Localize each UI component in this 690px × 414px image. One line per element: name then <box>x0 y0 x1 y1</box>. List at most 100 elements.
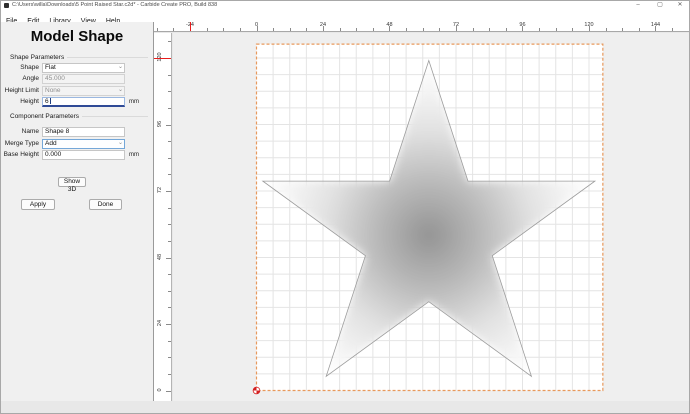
ruler-tick <box>439 28 440 31</box>
ruler-tick <box>240 28 241 31</box>
done-button[interactable]: Done <box>89 199 122 210</box>
ruler-tick <box>606 28 607 31</box>
ruler-tick <box>168 108 171 109</box>
close-button[interactable]: ✕ <box>673 1 687 10</box>
ruler-tick <box>168 241 171 242</box>
height-label: Height <box>1 97 39 107</box>
height-limit-label: Height Limit <box>1 86 39 96</box>
ruler-tick <box>406 28 407 31</box>
base-height-row: Base Height 0.000 mm <box>1 150 153 160</box>
ruler-tick <box>168 75 171 76</box>
ruler-tick <box>166 324 171 325</box>
ruler-tick <box>306 28 307 31</box>
ruler-tick <box>173 28 174 31</box>
design-canvas[interactable] <box>173 33 690 401</box>
ruler-tick <box>340 28 341 31</box>
ruler-label: 0 <box>157 382 163 398</box>
ruler-tick <box>157 28 158 31</box>
ruler-tick <box>207 28 208 31</box>
horizontal-ruler: -24024487296120144 <box>154 22 690 32</box>
ruler-tick <box>489 28 490 31</box>
ruler-label: 24 <box>320 22 326 28</box>
name-label: Name <box>1 127 39 137</box>
ruler-label: 24 <box>157 315 163 331</box>
ruler-tick <box>168 158 171 159</box>
ruler-tick <box>166 125 171 126</box>
ruler-label: 144 <box>651 22 660 28</box>
ruler-tick <box>290 28 291 31</box>
ruler-tick <box>168 174 171 175</box>
ruler-label: 48 <box>157 249 163 265</box>
chevron-down-icon: ⌄ <box>118 86 123 94</box>
merge-type-label: Merge Type <box>1 139 39 149</box>
app-icon <box>4 3 9 8</box>
ruler-tick <box>473 28 474 31</box>
ruler-tick <box>539 28 540 31</box>
ruler-tick <box>168 208 171 209</box>
height-limit-row: Height Limit None ⌄ <box>1 86 153 96</box>
cursor-position-marker <box>190 22 191 32</box>
ruler-label: 96 <box>519 22 525 28</box>
shape-label: Shape <box>1 63 39 73</box>
height-limit-select: None ⌄ <box>42 86 125 96</box>
ruler-tick <box>168 274 171 275</box>
ruler-label: 96 <box>157 116 163 132</box>
shape-parameters-group-label: Shape Parameters <box>10 53 148 61</box>
height-unit-label: mm <box>129 97 139 107</box>
ruler-tick <box>166 391 171 392</box>
window-title: C:\Users\willa\Downloads\5 Point Raised … <box>12 2 217 8</box>
ruler-tick <box>168 291 171 292</box>
ruler-tick <box>622 28 623 31</box>
base-height-unit-label: mm <box>129 150 139 160</box>
ruler-tick <box>639 28 640 31</box>
ruler-tick <box>168 341 171 342</box>
vertical-ruler: 0 24 48 72 96 120 <box>154 33 172 401</box>
maximize-button[interactable]: ▢ <box>653 1 667 10</box>
chevron-down-icon: ⌄ <box>118 63 123 71</box>
ruler-tick <box>168 91 171 92</box>
merge-type-select[interactable]: Add ⌄ <box>42 139 125 149</box>
name-input[interactable]: Shape 8 <box>42 127 125 137</box>
ruler-label: 120 <box>157 49 163 65</box>
ruler-tick <box>672 28 673 31</box>
page-title: Model Shape <box>1 28 153 45</box>
ruler-tick <box>168 41 171 42</box>
titlebar: C:\Users\willa\Downloads\5 Point Raised … <box>1 1 689 10</box>
ruler-tick <box>166 191 171 192</box>
ruler-tick <box>168 357 171 358</box>
base-height-label: Base Height <box>1 150 39 160</box>
angle-field: 45.000 <box>42 74 125 84</box>
ruler-label: 72 <box>157 182 163 198</box>
shape-select[interactable]: Flat ⌄ <box>42 63 125 73</box>
model-shape-panel: Model Shape Shape Parameters Shape Flat … <box>1 22 153 401</box>
ruler-label: 48 <box>386 22 392 28</box>
ruler-label: 72 <box>453 22 459 28</box>
origin-marker-icon <box>253 387 260 394</box>
ruler-tick <box>356 28 357 31</box>
ruler-tick <box>506 28 507 31</box>
apply-button[interactable]: Apply <box>21 199 55 210</box>
ruler-tick <box>168 307 171 308</box>
ruler-tick <box>423 28 424 31</box>
angle-row: Angle 45.000 <box>1 74 153 84</box>
app-window: C:\Users\willa\Downloads\5 Point Raised … <box>0 0 690 414</box>
show-3d-button[interactable]: Show 3D <box>58 177 86 187</box>
ruler-tick <box>556 28 557 31</box>
text-caret <box>50 98 51 104</box>
ruler-tick <box>572 28 573 31</box>
ruler-label: 120 <box>584 22 593 28</box>
menubar: FileEditLibraryViewHelp <box>1 10 689 22</box>
ruler-tick <box>168 224 171 225</box>
merge-type-row: Merge Type Add ⌄ <box>1 139 153 149</box>
base-height-input[interactable]: 0.000 <box>42 150 125 160</box>
height-row: Height 6 mm <box>1 97 153 107</box>
component-parameters-group-label: Component Parameters <box>10 113 148 121</box>
chevron-down-icon: ⌄ <box>118 139 123 147</box>
height-input[interactable]: 6 <box>42 97 125 107</box>
shape-row: Shape Flat ⌄ <box>1 63 153 73</box>
ruler-tick <box>373 28 374 31</box>
minimize-button[interactable]: – <box>631 1 645 10</box>
ruler-label: 0 <box>255 22 258 28</box>
ruler-tick <box>168 141 171 142</box>
angle-label: Angle <box>1 74 39 84</box>
